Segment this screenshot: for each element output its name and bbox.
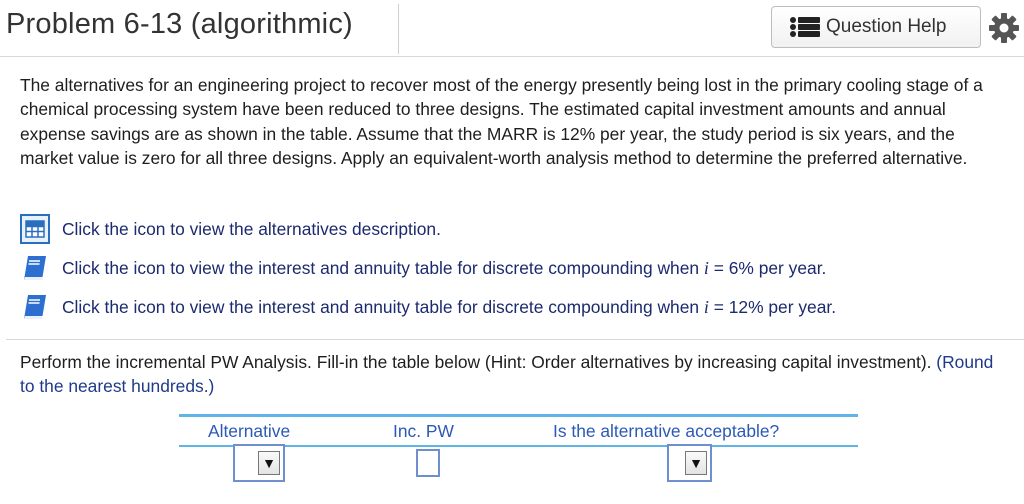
- instruction-text: Perform the incremental PW Analysis. Fil…: [20, 350, 1010, 398]
- book-icon[interactable]: [20, 253, 50, 283]
- gear-icon[interactable]: [988, 12, 1020, 44]
- interest-table-6-link[interactable]: Click the icon to view the interest and …: [20, 253, 826, 283]
- acceptable-select[interactable]: ▼: [667, 444, 712, 482]
- link-prefix: Click the icon to view the interest and …: [62, 296, 704, 317]
- header: Problem 6-13 (algorithmic) Question Help: [0, 0, 1024, 57]
- answer-table: Alternative Inc. PW Is the alternative a…: [179, 414, 858, 447]
- header-alternative: Alternative: [208, 421, 291, 441]
- alternative-select[interactable]: ▼: [233, 444, 285, 482]
- title-divider: [398, 4, 399, 54]
- table-icon[interactable]: [20, 214, 50, 244]
- list-icon: [790, 17, 820, 37]
- link-text[interactable]: Click the icon to view the alternatives …: [62, 219, 441, 240]
- interest-table-12-link[interactable]: Click the icon to view the interest and …: [20, 292, 836, 322]
- header-divider: [0, 56, 1024, 57]
- link-prefix: Click the icon to view the interest and …: [62, 257, 704, 278]
- dropdown-arrow-icon[interactable]: ▼: [258, 451, 280, 475]
- section-divider: [6, 339, 1024, 340]
- page-title: Problem 6-13 (algorithmic): [6, 8, 353, 40]
- question-help-button[interactable]: Question Help: [771, 6, 981, 48]
- header-acceptable: Is the alternative acceptable?: [553, 421, 780, 441]
- book-icon[interactable]: [20, 292, 50, 322]
- dropdown-arrow-icon[interactable]: ▼: [685, 451, 707, 475]
- link-text[interactable]: Click the icon to view the interest and …: [62, 297, 836, 318]
- problem-statement: The alternatives for an engineering proj…: [20, 75, 983, 169]
- alternatives-description-link[interactable]: Click the icon to view the alternatives …: [20, 214, 441, 244]
- instruction-body: Perform the incremental PW Analysis. Fil…: [20, 352, 932, 372]
- link-suffix: = 12% per year.: [708, 296, 837, 317]
- link-text[interactable]: Click the icon to view the interest and …: [62, 258, 826, 279]
- question-help-label: Question Help: [826, 16, 947, 37]
- link-suffix: = 6% per year.: [708, 257, 827, 278]
- table-header-row: Alternative Inc. PW Is the alternative a…: [179, 417, 858, 447]
- header-inc-pw: Inc. PW: [393, 421, 454, 441]
- inc-pw-input[interactable]: [416, 449, 440, 477]
